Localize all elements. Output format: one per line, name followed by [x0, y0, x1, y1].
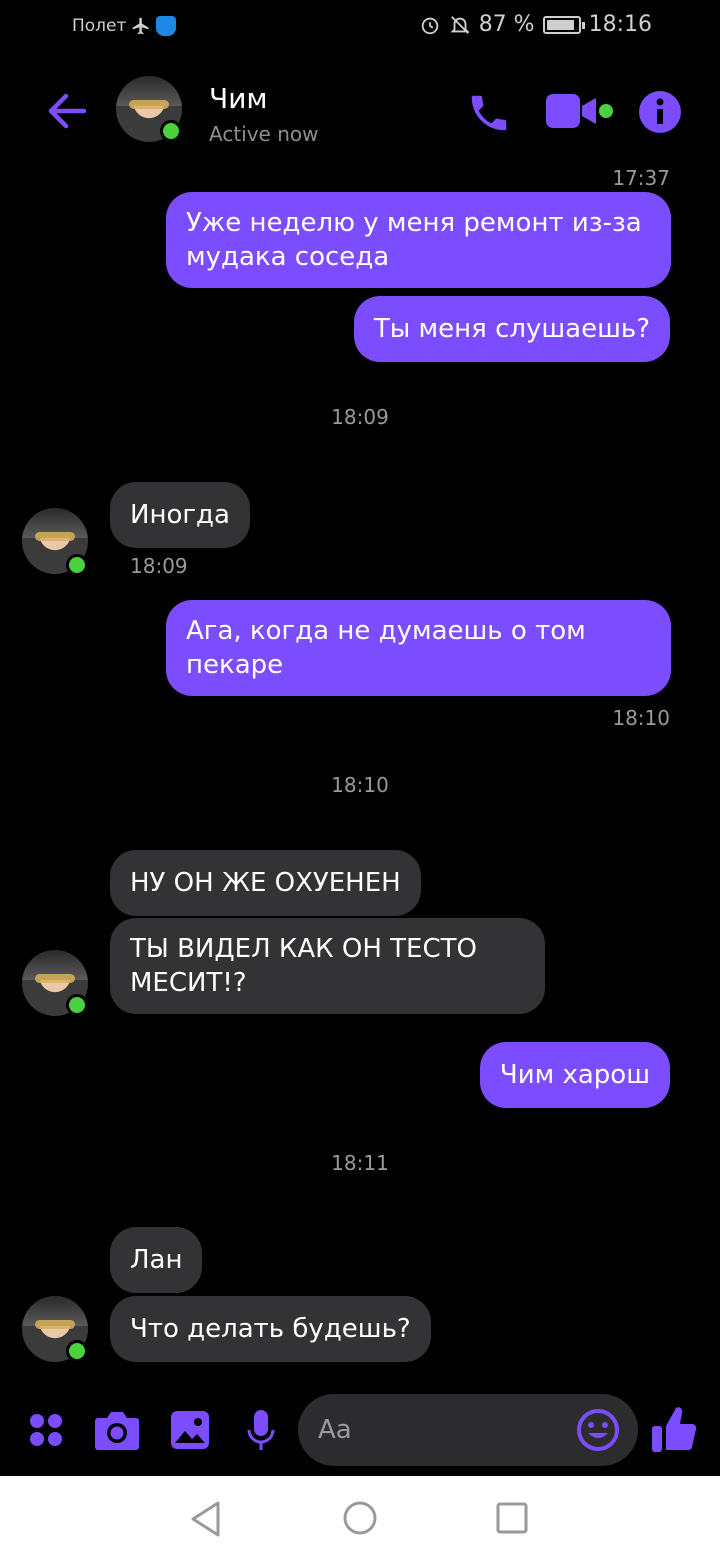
- online-indicator: [66, 554, 88, 576]
- time-divider: 18:09: [331, 405, 389, 429]
- apps-menu-icon[interactable]: [28, 1412, 64, 1448]
- like-thumb-icon[interactable]: [650, 1404, 698, 1454]
- incoming-message[interactable]: ТЫ ВИДЕЛ КАК ОН ТЕСТО МЕСИТ!?: [110, 918, 545, 1014]
- battery-icon: [542, 15, 585, 34]
- outgoing-message[interactable]: Уже неделю у меня ремонт из-за мудака со…: [166, 192, 671, 288]
- battery-percent: 87 %: [478, 12, 535, 37]
- emoji-icon[interactable]: [576, 1408, 620, 1452]
- airplane-icon: [133, 17, 149, 35]
- contact-name[interactable]: Чим: [209, 82, 268, 115]
- mute-icon: [450, 15, 470, 34]
- time-divider: 18:11: [331, 1151, 389, 1175]
- back-arrow-icon[interactable]: [44, 88, 90, 134]
- chat-header: Чим Active now: [0, 60, 720, 160]
- message-input-field[interactable]: [298, 1394, 638, 1466]
- microphone-icon[interactable]: [246, 1408, 276, 1454]
- message-input[interactable]: [318, 1410, 558, 1450]
- incoming-message[interactable]: Иногда: [110, 482, 250, 548]
- outgoing-message[interactable]: Ты меня слушаешь?: [353, 296, 670, 362]
- video-call-icon[interactable]: [544, 90, 616, 134]
- system-nav-bar: [0, 1476, 720, 1560]
- nav-recents-icon[interactable]: [496, 1502, 528, 1534]
- airplane-mode-label: Полет: [72, 16, 127, 36]
- incoming-message[interactable]: Лан: [110, 1227, 203, 1293]
- message-composer: [0, 1392, 720, 1472]
- gallery-icon[interactable]: [170, 1410, 210, 1450]
- camera-icon[interactable]: [94, 1408, 140, 1452]
- alarm-icon: [421, 17, 438, 34]
- message-timestamp: 17:37: [612, 166, 670, 190]
- time-divider: 18:10: [331, 773, 389, 797]
- status-bar: Полет 87 % 18:16: [0, 0, 720, 56]
- online-indicator: [66, 994, 88, 1016]
- online-indicator: [160, 120, 182, 142]
- outgoing-message[interactable]: Чим харош: [479, 1042, 670, 1108]
- nav-home-icon[interactable]: [342, 1500, 378, 1536]
- phone-icon[interactable]: [466, 90, 512, 136]
- outgoing-message[interactable]: Ага, когда не думаешь о том пекаре: [166, 600, 671, 696]
- clock: 18:16: [588, 12, 652, 37]
- shield-icon: [156, 16, 177, 36]
- message-timestamp: 18:09: [130, 554, 188, 578]
- incoming-message[interactable]: Что делать будешь?: [110, 1296, 431, 1362]
- presence-status: Active now: [209, 122, 319, 146]
- info-icon[interactable]: [638, 90, 682, 134]
- incoming-message[interactable]: НУ ОН ЖЕ ОХУЕНЕН: [110, 850, 421, 916]
- online-indicator: [66, 1340, 88, 1362]
- nav-back-icon[interactable]: [188, 1500, 224, 1538]
- message-timestamp: 18:10: [612, 706, 670, 730]
